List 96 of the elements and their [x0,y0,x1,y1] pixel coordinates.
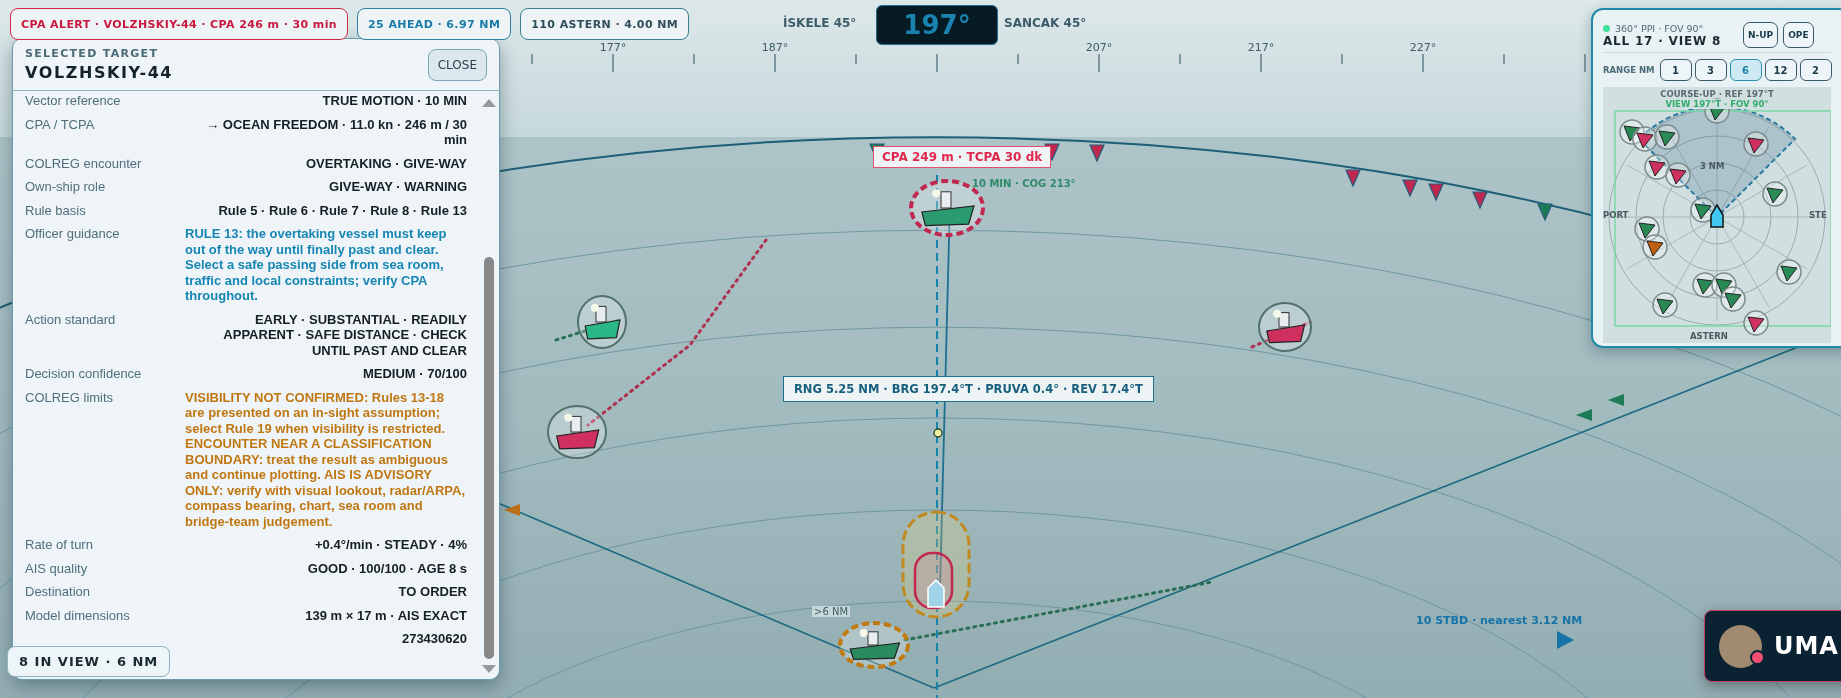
field-label: COLREG encounter [25,155,143,171]
field-value: 273430620 [400,631,467,647]
cpa-tag: CPA 249 m · TCPA 30 dk [873,146,1052,168]
bearing-tick-label: 177° [598,41,628,54]
field-label: AIS quality [25,560,89,576]
bearing-marker-icon [504,504,520,516]
target-marker-icon [1644,154,1670,180]
target-name: VOLZHSKIY-44 [25,63,174,82]
field-value: MEDIUM · 70/100 [361,366,467,382]
mode-button[interactable]: OPE [1783,22,1814,48]
target-marker-icon [1652,292,1678,318]
target-marker-icon [1720,286,1746,312]
panel-caption: SELECTED TARGET [25,47,160,60]
field-value: RULE 13: the overtaking vessel must keep out of the way until finally past and clear. Select a safe passing side from sea room, traffic and local constraints; verify CPA throughout. [185,226,448,304]
field-label: Rate of turn [25,537,94,553]
bearing-tick-label: 207° [1084,41,1114,54]
user-name: UMA [1774,632,1839,660]
starboard-limit-label: SANCAK 45° [1004,16,1087,30]
alert-chip[interactable]: 25 AHEAD · 6.97 NM [357,8,512,40]
field-value: VISIBILITY NOT CONFIRMED: Rules 13-18 are presented on an in-sight assumption; select Rule 19 when visibility is restricted. ENCOUNTER NEAR A CLASSIFICATION BOUNDARY: treat the result as ambiguous and continue plotting. AIS IS ADVISORY ONLY: verify with visual lookout, radar/ARPA, compass bearing, chart, sea room and bridge-team judgement. [185,389,467,529]
field-label: CPA / TCPA [25,116,96,134]
target-marker-icon [1665,162,1691,188]
scrollbar-thumb[interactable] [484,257,494,659]
astern-label: ASTERN [1690,331,1728,341]
field-value: +0.4°/min · STEADY · 4% [314,537,467,553]
range-button[interactable]: 12 [1764,59,1797,81]
vessel-drawing [838,621,910,669]
radar-mode-label: 360° PPI · FOV 90° [1615,22,1704,34]
field-value: EARLY · SUBSTANTIAL · READILY APPARENT · SAFE DISTANCE · CHECK UNTIL PAST AND CLEAR [222,311,467,358]
bearing-marker-icon [1089,144,1105,163]
target-marker-icon [1743,310,1769,336]
field-label: Destination [25,584,92,600]
bearing-marker-icon [1472,191,1488,210]
field-value: OVERTAKING · GIVE-WAY [304,155,467,171]
vector-label: 10 MIN · COG 213° [972,178,1076,189]
target-marker-icon [1642,234,1668,260]
view-count-badge: 8 IN VIEW · 6 NM [7,646,171,677]
heading-display: 197° [876,5,998,45]
bearing-marker-icon [1576,409,1592,421]
target-marker-icon [1634,216,1660,242]
bearing-marker-icon [1345,169,1361,188]
target-marker-icon [1762,181,1788,207]
target-count: ALL 17 · VIEW 8 [1603,33,1723,48]
field-label: Officer guidance [25,226,121,243]
status-dot-icon [1750,649,1765,665]
scroll-up-icon[interactable] [482,99,496,107]
field-value: TRUE MOTION · 10 MIN [321,93,467,109]
bearing-tick-label: 187° [760,41,790,54]
field-value: → OCEAN FREEDOM · 11.0 kn · 246 m / 30 min [205,116,467,148]
starboard-label: STE [1809,210,1827,220]
vessel-drawing [547,405,607,459]
target-marker-icon [1776,259,1802,285]
target-marker-icon [1632,126,1658,152]
user-card[interactable]: UMA [1704,610,1841,682]
range-note: >6 NM [812,606,851,617]
bearing-tag: RNG 5.25 NM · BRG 197.4°T · PRUVA 0.4° · REV 17.4°T [783,376,1154,402]
field-value: TO ORDER [397,584,467,600]
starboard-count-label: 10 STBD · nearest 3.12 NM [1416,614,1583,627]
own-ship-icon [1710,203,1724,228]
status-dot-icon [1603,24,1610,32]
range-label: RANGE NM [1603,65,1655,75]
field-value: 139 m × 17 m · AIS EXACT [304,607,467,623]
field-value: GIVE-WAY · WARNING [328,179,467,195]
range-button[interactable]: 1 [1659,59,1692,81]
field-label: Rule basis [25,202,87,218]
vessel-drawing [577,295,627,349]
range-button[interactable]: 3 [1694,59,1727,81]
triangle-right-icon [1557,631,1574,649]
bearing-marker-icon [1537,203,1553,222]
bearing-marker-icon [1608,394,1624,406]
close-button[interactable]: CLOSE [427,48,487,81]
field-label: COLREG limits [25,389,115,407]
vessel-drawing [1258,302,1312,352]
range-button[interactable]: 2 [1799,59,1832,81]
alert-chip[interactable]: CPA ALERT · VOLZHSKIY-44 · CPA 246 m · 30 min [10,8,349,40]
field-value: GOOD · 100/100 · AGE 8 s [306,560,467,576]
range-button[interactable]: 6 [1729,59,1762,81]
bearing-marker-icon [1428,183,1444,202]
target-marker-icon [1743,131,1769,157]
scroll-down-icon[interactable] [482,665,496,673]
bearing-tick-label: 217° [1246,41,1276,54]
field-label: Action standard [25,311,117,329]
alert-chip[interactable]: 110 ASTERN · 4.00 NM [520,8,690,40]
field-label: Model dimensions [25,607,131,623]
field-value: Rule 5 · Rule 6 · Rule 7 · Rule 8 · Rule 13 [217,202,467,218]
port-label: PORT [1603,210,1629,220]
field-label: Vector reference [25,93,122,109]
target-marker-icon [1654,124,1680,150]
reference-label: COURSE-UP · REF 197°T [1659,89,1775,99]
mode-button[interactable]: N-UP [1743,22,1779,48]
port-limit-label: İSKELE 45° [783,16,857,30]
bearing-marker-icon [1402,179,1418,198]
field-label: Decision confidence [25,366,143,382]
field-label: Own-ship role [25,179,107,195]
ring-label: 3 NM [1700,161,1725,171]
bearing-tick-label: 227° [1408,41,1438,54]
